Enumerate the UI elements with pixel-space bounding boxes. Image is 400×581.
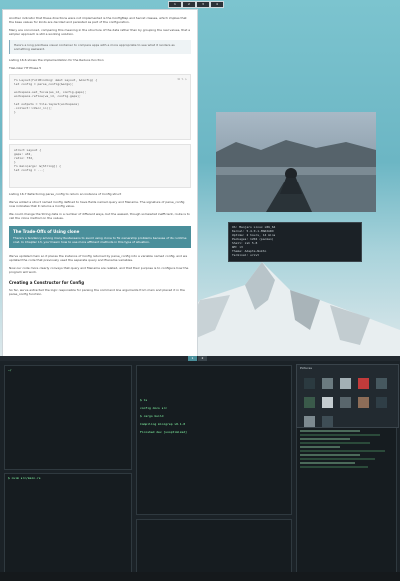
thumbnail[interactable] — [322, 378, 334, 389]
thumbnail[interactable] — [376, 397, 388, 408]
thumbnail[interactable] — [340, 378, 352, 389]
paragraph: Another indicator that these directions … — [9, 16, 187, 24]
callout-title: The Trade-Offs of Using clone — [13, 229, 80, 234]
thumbnail[interactable] — [376, 378, 388, 389]
terminal-line: Terminal: urxvt — [232, 253, 260, 257]
code-block[interactable]: ⧉ ✎ ▷ fn Layout(fullBinding: &mut Layout… — [9, 74, 191, 140]
photo-viewer[interactable] — [216, 112, 376, 212]
bottom-status-bar — [0, 572, 400, 581]
paragraph: Many are convinced, comparing this meani… — [9, 28, 191, 36]
thumbnail[interactable] — [322, 397, 334, 408]
text-line — [300, 442, 370, 444]
shell-pane[interactable]: $ nvim src/main.rs — [4, 473, 132, 573]
text-line — [300, 450, 385, 452]
thumbnail[interactable] — [322, 416, 334, 427]
terminal-line: $ ls — [140, 398, 148, 402]
code-line: let config = ...; — [14, 168, 45, 172]
terminal-line: config docs src — [140, 406, 168, 410]
code-block[interactable]: struct Layout { gaps: u32, ratio: f32, }… — [9, 144, 191, 188]
text-line — [300, 458, 375, 460]
terminal-line: Compiling minigrep v0.1.0 — [140, 422, 186, 426]
terminal-line: Finished dev [unoptimized] — [140, 430, 187, 434]
thumbnail[interactable] — [304, 378, 315, 389]
listing-caption: Listing 16.7 Refactoring parse_config to… — [9, 192, 122, 196]
paragraph: We could change the String data in a num… — [9, 212, 190, 220]
text-line — [300, 462, 355, 464]
terminal-line: $ nvim src/main.rs — [8, 476, 41, 480]
text-pane[interactable] — [296, 427, 397, 573]
log-pane[interactable] — [136, 519, 292, 573]
image-gallery-window[interactable]: Pictures — [296, 364, 399, 428]
paragraph: We've updated main so it places the inst… — [9, 254, 188, 262]
editor-pane[interactable]: ~/ — [4, 365, 132, 470]
terminal-line: $ cargo build — [140, 414, 164, 418]
thumbnail[interactable] — [340, 397, 352, 408]
workspace-button-4[interactable]: 4 — [210, 1, 224, 8]
note-box: Here's a long pointless visual container… — [9, 40, 191, 54]
callout-box: The Trade-Offs of Using clone There's a … — [9, 226, 191, 248]
code-toolbar[interactable]: ⧉ ✎ ▷ — [178, 77, 187, 81]
paragraph: Now our code more clearly conveys that q… — [9, 266, 189, 274]
terminal-window[interactable]: OS: Manjaro Linux x86_64 Kernel: 5.4.0-1… — [228, 222, 362, 262]
thumbnail[interactable] — [304, 416, 315, 427]
paragraph: So far, we've extracted the logic respon… — [9, 288, 185, 296]
text-line — [300, 454, 360, 456]
workspace-button-3[interactable]: 3 — [196, 1, 210, 8]
terminal-pane[interactable]: $ ls config docs src $ cargo build Compi… — [136, 365, 292, 515]
pane-path: ~/ — [8, 368, 12, 372]
workspace-button-1[interactable]: 1 — [168, 1, 182, 8]
listing-title: TileLinker HT Phase 5 — [9, 66, 42, 70]
gallery-title: Pictures — [300, 366, 312, 370]
text-line — [300, 466, 368, 468]
lake-scene-image — [216, 140, 376, 212]
text-line — [300, 438, 350, 440]
text-line — [300, 434, 380, 436]
text-line — [300, 446, 340, 448]
thumbnail[interactable] — [358, 378, 370, 389]
paragraph: Listing 16.6 shows the implementation fo… — [9, 58, 104, 62]
thumbnail[interactable] — [304, 397, 315, 408]
callout-text: There's a tendency among many Rustaceans… — [13, 236, 187, 244]
paragraph: We've added a struct named Config define… — [9, 200, 185, 208]
document-viewer-window[interactable]: Another indicator that these directions … — [2, 9, 198, 358]
thumbnail[interactable] — [358, 397, 370, 408]
workspace-button-2[interactable]: 2 — [182, 1, 196, 8]
top-bar: 1 2 3 4 — [0, 0, 400, 8]
section-heading: Creating a Constructor for Config — [9, 280, 85, 285]
thumbnail-grid — [303, 375, 393, 432]
code-line: } — [14, 110, 16, 114]
